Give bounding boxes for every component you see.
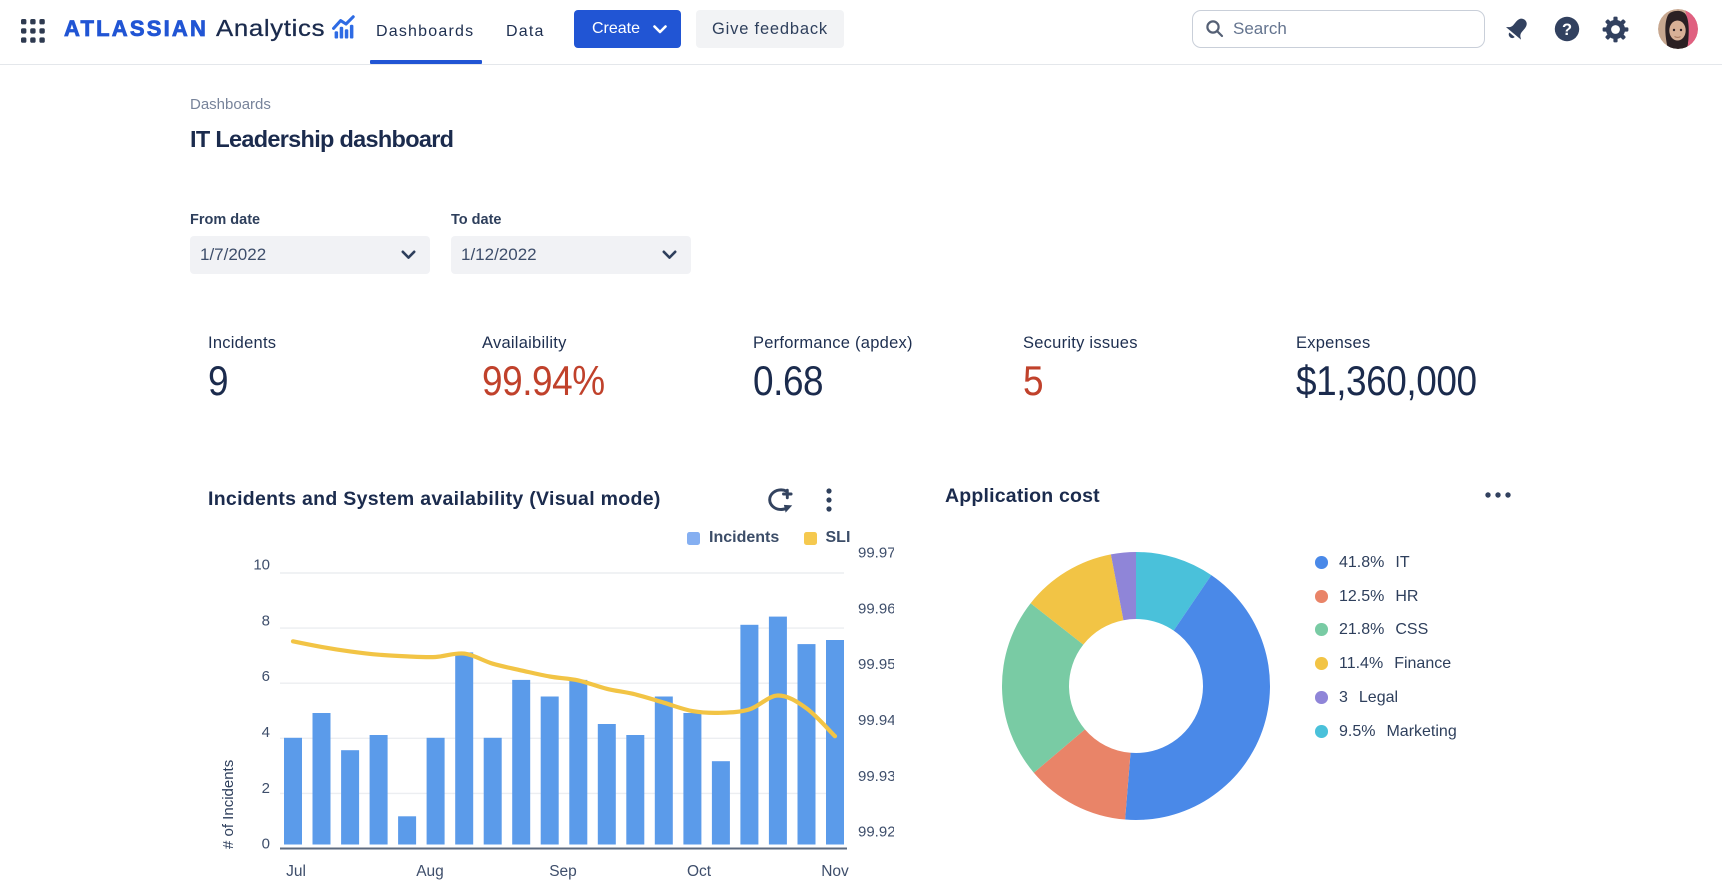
svg-text:Sep: Sep — [549, 863, 577, 880]
svg-text:2: 2 — [262, 780, 270, 797]
svg-text:Jul: Jul — [286, 863, 306, 880]
svg-text:4: 4 — [262, 724, 270, 741]
svg-text:99.92: 99.92 — [858, 824, 894, 841]
svg-text:0: 0 — [262, 836, 270, 853]
svg-text:Aug: Aug — [416, 863, 444, 880]
svg-text:Nov: Nov — [821, 863, 849, 880]
svg-text:99.94: 99.94 — [858, 712, 894, 729]
svg-text:6: 6 — [262, 668, 270, 685]
svg-text:99.93: 99.93 — [858, 768, 894, 785]
svg-text:10: 10 — [253, 557, 270, 574]
svg-text:?: ? — [1562, 21, 1572, 39]
svg-text:99.96: 99.96 — [858, 600, 894, 617]
svg-text:99.97: 99.97 — [858, 545, 894, 562]
svg-text:99.95: 99.95 — [858, 656, 894, 673]
svg-text:8: 8 — [262, 612, 270, 629]
svg-text:Oct: Oct — [687, 863, 712, 880]
